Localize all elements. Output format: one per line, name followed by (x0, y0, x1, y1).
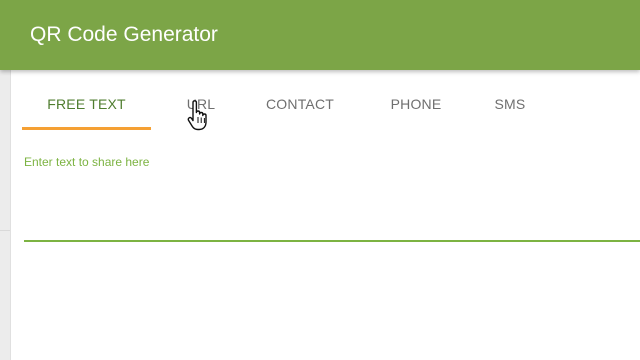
left-panel-edge (0, 70, 11, 360)
tab-bar: FREE TEXT URL CONTACT PHONE SMS (22, 70, 640, 130)
text-field-label: Enter text to share here (24, 155, 150, 169)
tab-sms[interactable]: SMS (470, 70, 550, 130)
share-text-input[interactable] (24, 172, 640, 240)
tab-label: SMS (494, 96, 526, 112)
text-field-underline (24, 240, 640, 242)
tab-label: PHONE (390, 96, 442, 112)
hand-pointer-icon (186, 100, 210, 132)
tab-label: CONTACT (265, 96, 335, 112)
tab-contact[interactable]: CONTACT (246, 70, 354, 130)
active-tab-indicator (22, 127, 151, 130)
tab-label: FREE TEXT (47, 96, 126, 112)
app-title: QR Code Generator (30, 23, 218, 46)
divider (0, 230, 10, 231)
tab-phone[interactable]: PHONE (366, 70, 466, 130)
generator-card: FREE TEXT URL CONTACT PHONE SMS Enter te… (11, 70, 640, 360)
tab-free-text[interactable]: FREE TEXT (22, 70, 151, 130)
app-bar: QR Code Generator (0, 0, 640, 70)
